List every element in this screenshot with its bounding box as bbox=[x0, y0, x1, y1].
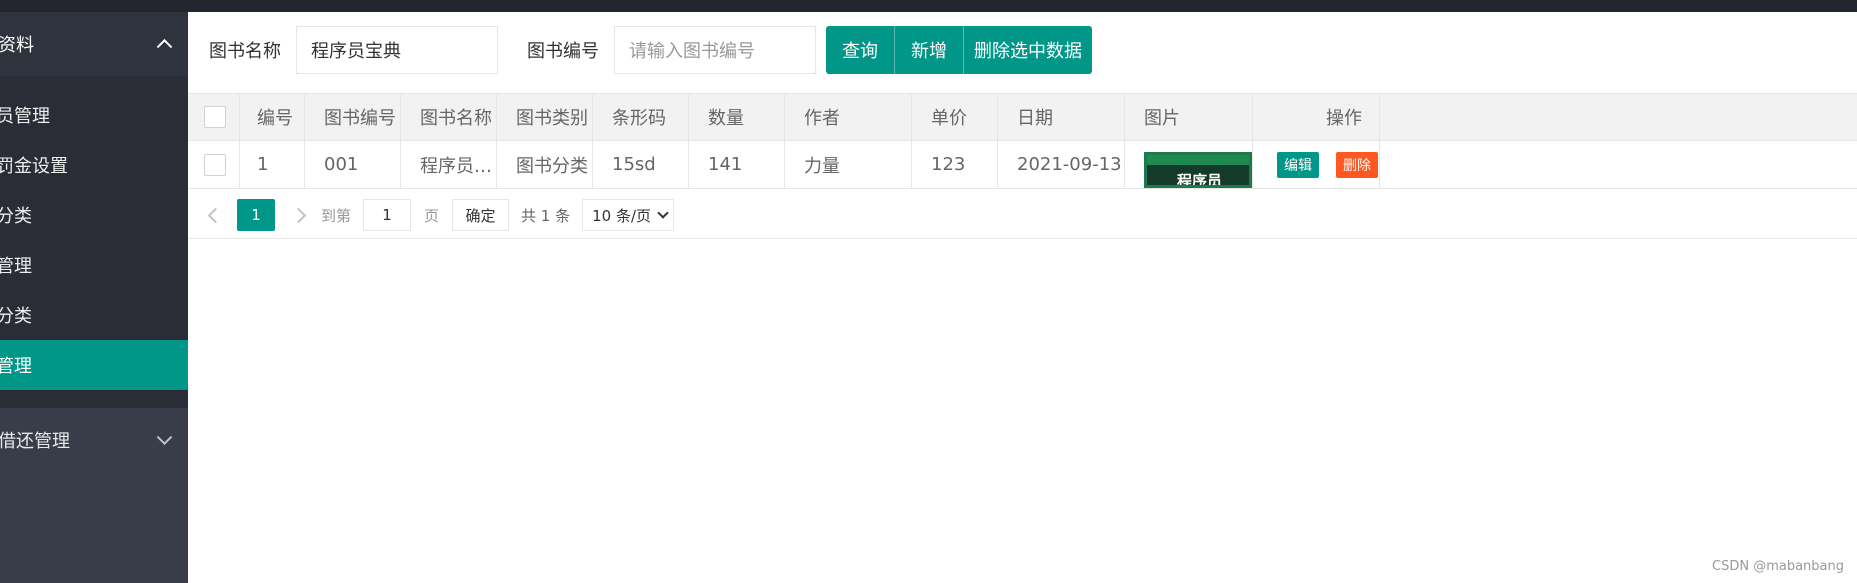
row-checkbox[interactable] bbox=[204, 153, 226, 176]
sidebar-item-fine[interactable]: 罚金设置 bbox=[0, 140, 188, 190]
per-page-select[interactable]: 10 条/页 bbox=[582, 199, 675, 231]
col-header[interactable]: 图书类别 bbox=[497, 94, 593, 140]
prev-page-icon[interactable] bbox=[207, 207, 224, 223]
watermark: CSDN @mabanbang bbox=[1712, 559, 1844, 574]
sidebar-item-book-category[interactable]: 分类 bbox=[0, 290, 188, 340]
chevron-up-icon bbox=[156, 38, 173, 55]
col-header: 操作 bbox=[1253, 94, 1380, 140]
cell-author: 力量 bbox=[785, 141, 912, 188]
row-select-cell bbox=[188, 141, 240, 188]
page-1-button[interactable]: 1 bbox=[237, 199, 275, 231]
goto-page-input[interactable]: 1 bbox=[363, 199, 412, 231]
col-header[interactable]: 日期 bbox=[998, 94, 1125, 140]
next-page-icon[interactable] bbox=[290, 207, 307, 223]
book-name-input[interactable]: 程序员宝典 bbox=[296, 26, 498, 74]
col-header[interactable]: 单价 bbox=[912, 94, 998, 140]
cell-book-no: 001 bbox=[305, 141, 401, 188]
top-bar bbox=[0, 0, 1857, 12]
book-cover-title: 程序员 bbox=[1177, 172, 1223, 188]
select-all-checkbox[interactable] bbox=[204, 106, 226, 128]
sidebar: 资料 员管理 罚金设置 分类 管理 分类 管理 借还管理 bbox=[0, 12, 188, 583]
sidebar-item-staff[interactable]: 员管理 bbox=[0, 90, 188, 140]
sidebar-group-label: 借还管理 bbox=[0, 431, 70, 452]
sidebar-item-category[interactable]: 分类 bbox=[0, 190, 188, 240]
cell-name: 程序员… bbox=[401, 141, 497, 188]
goto-label: 到第 bbox=[321, 206, 352, 225]
col-header[interactable]: 图书名称 bbox=[401, 94, 497, 140]
sidebar-item-label: 管理 bbox=[0, 256, 32, 277]
col-header[interactable]: 编号 bbox=[240, 94, 305, 140]
sidebar-item-book-manage[interactable]: 管理 bbox=[0, 340, 188, 390]
goto-confirm-button[interactable]: 确定 bbox=[452, 199, 510, 231]
sidebar-item-label: 罚金设置 bbox=[0, 156, 68, 177]
col-header[interactable]: 数量 bbox=[689, 94, 785, 140]
chevron-down-icon bbox=[156, 429, 173, 446]
cell-image: 程序员 bbox=[1125, 141, 1253, 188]
sidebar-group-info[interactable]: 资料 bbox=[0, 12, 188, 76]
filler-cell bbox=[1380, 94, 1857, 140]
table-header-row: 编号 图书编号 图书名称 图书类别 条形码 数量 作者 单价 日期 图片 操作 bbox=[188, 93, 1857, 141]
select-all-cell bbox=[188, 94, 240, 140]
sidebar-item-manage[interactable]: 管理 bbox=[0, 240, 188, 290]
cell-id: 1 bbox=[240, 141, 305, 188]
cell-date: 2021-09-13 … bbox=[998, 141, 1125, 188]
sidebar-submenu: 员管理 罚金设置 分类 管理 分类 管理 bbox=[0, 76, 188, 408]
book-name-label: 图书名称 bbox=[209, 41, 281, 62]
delete-button[interactable]: 删除 bbox=[1336, 151, 1378, 178]
add-button[interactable]: 新增 bbox=[895, 26, 964, 74]
book-code-label: 图书编号 bbox=[527, 41, 599, 62]
action-buttons: 查询 新增 删除选中数据 bbox=[826, 26, 1092, 74]
book-table: 编号 图书编号 图书名称 图书类别 条形码 数量 作者 单价 日期 图片 操作 … bbox=[188, 93, 1857, 189]
sidebar-item-label: 管理 bbox=[0, 356, 32, 377]
cell-barcode: 15sd bbox=[593, 141, 689, 188]
book-cover-image: 程序员 bbox=[1144, 152, 1252, 188]
page-label: 页 bbox=[424, 206, 440, 225]
sidebar-item-label: 分类 bbox=[0, 206, 32, 227]
sidebar-group-borrow[interactable]: 借还管理 bbox=[0, 408, 188, 472]
edit-button[interactable]: 编辑 bbox=[1277, 151, 1319, 178]
cell-actions: 编辑 删除 bbox=[1253, 141, 1380, 188]
delete-selected-button[interactable]: 删除选中数据 bbox=[964, 26, 1092, 74]
cell-category: 图书分类 bbox=[497, 141, 593, 188]
pagination: 1 到第 1 页 确定 共 1 条 10 条/页 bbox=[188, 192, 1857, 239]
search-bar: 图书名称 程序员宝典 图书编号 请输入图书编号 查询 新增 删除选中数据 bbox=[188, 26, 1092, 74]
filler-cell bbox=[1380, 141, 1857, 188]
query-button[interactable]: 查询 bbox=[826, 26, 895, 74]
chevron-down-icon bbox=[657, 207, 669, 219]
total-count: 共 1 条 bbox=[521, 206, 571, 225]
cell-price: 123 bbox=[912, 141, 998, 188]
sidebar-group-label: 资料 bbox=[0, 35, 34, 56]
col-header[interactable]: 图片 bbox=[1125, 94, 1253, 140]
cell-qty: 141 bbox=[689, 141, 785, 188]
col-header[interactable]: 条形码 bbox=[593, 94, 689, 140]
main-content: 图书名称 程序员宝典 图书编号 请输入图书编号 查询 新增 删除选中数据 编号 … bbox=[188, 12, 1857, 583]
col-header[interactable]: 图书编号 bbox=[305, 94, 401, 140]
per-page-value: 10 条/页 bbox=[592, 206, 652, 225]
table-row: 1 001 程序员… 图书分类 15sd 141 力量 123 2021-09-… bbox=[188, 141, 1857, 189]
book-code-input[interactable]: 请输入图书编号 bbox=[614, 26, 816, 74]
col-header[interactable]: 作者 bbox=[785, 94, 912, 140]
sidebar-item-label: 员管理 bbox=[0, 106, 50, 127]
sidebar-item-label: 分类 bbox=[0, 306, 32, 327]
